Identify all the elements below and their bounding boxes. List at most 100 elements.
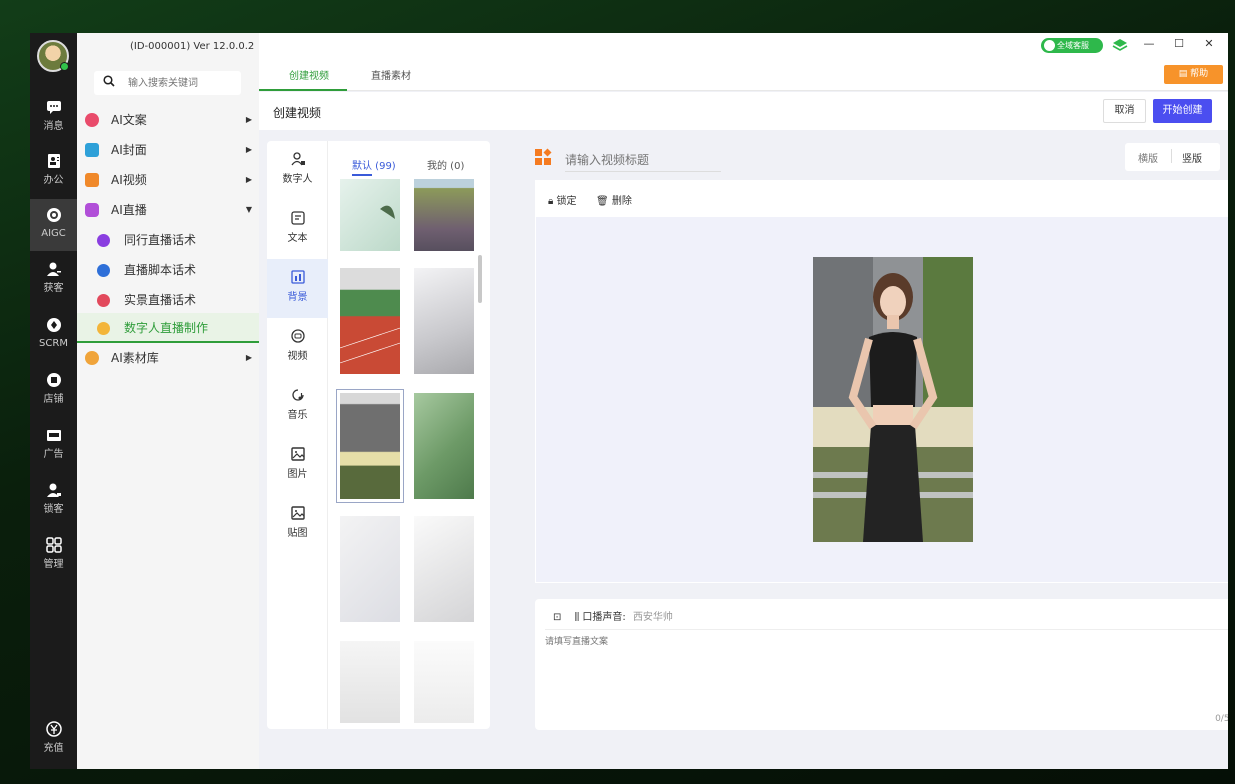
background-thumbnail[interactable]: [340, 641, 400, 723]
search-box[interactable]: [94, 71, 241, 95]
library-scrollbar[interactable]: [478, 255, 482, 303]
background-thumbnail[interactable]: [340, 179, 400, 251]
tool-video[interactable]: 视频: [267, 318, 328, 377]
background-thumbnail[interactable]: [414, 393, 474, 499]
sticker-tool-icon: [290, 506, 305, 520]
library-tab-default[interactable]: 默认 (99): [352, 157, 396, 172]
material-panel: 数字人 文本 背景 视频 音乐 图片 贴图 默认 (99) 我的 (0): [267, 141, 490, 729]
ai-video-icon: [85, 173, 99, 187]
menu-label: AI视频: [111, 173, 147, 187]
submenu-item-peer-live-script[interactable]: 同行直播话术: [77, 225, 259, 255]
tool-digital-human[interactable]: 数字人: [267, 141, 328, 200]
help-button[interactable]: ▤ 帮助: [1164, 65, 1223, 84]
leaf-shadow-image: [380, 205, 395, 219]
library-tab-indicator: [352, 174, 372, 176]
lock-button[interactable]: 🔒︎ 锁定: [548, 192, 577, 207]
main-area: 全域客服 — ☐ ✕ 创建视频 直播素材 ▤ 帮助 创建视频 取消 开始创建 数…: [259, 33, 1228, 769]
rail-item-aigc[interactable]: AIGC: [30, 199, 77, 251]
tool-text[interactable]: 文本: [267, 200, 328, 259]
side-menu: (ID-000001) Ver 12.0.0.2 AI文案 ▶ AI封面 ▶ A…: [77, 33, 259, 769]
background-thumbnail[interactable]: [340, 516, 400, 622]
character-count: 0/500: [1215, 714, 1228, 724]
background-thumbnail[interactable]: [414, 268, 474, 374]
landscape-option[interactable]: 横版: [1138, 150, 1158, 165]
background-thumbnail[interactable]: [414, 179, 474, 251]
rail-label: 充值: [43, 743, 64, 754]
background-thumbnail[interactable]: [340, 268, 400, 374]
live-script-icon: [97, 264, 110, 277]
tool-label: 音乐: [287, 410, 308, 421]
rail-item-scrm[interactable]: SCRM: [30, 309, 77, 361]
rail-label: SCRM: [39, 338, 68, 349]
apps-icon: [535, 148, 552, 165]
tool-background[interactable]: 背景: [267, 259, 328, 318]
submenu-item-real-live-script[interactable]: 实景直播话术: [77, 285, 259, 315]
scrm-icon: [46, 318, 61, 332]
portrait-option[interactable]: 竖版: [1182, 150, 1202, 165]
tool-music[interactable]: 音乐: [267, 377, 328, 436]
tool-image[interactable]: 图片: [267, 436, 328, 495]
background-thumbnail[interactable]: [414, 641, 474, 723]
menu-item-ai-material[interactable]: AI素材库 ▶: [77, 343, 259, 373]
cancel-button[interactable]: 取消: [1103, 99, 1146, 123]
rail-item-recharge[interactable]: 充值: [30, 713, 77, 765]
voice-row[interactable]: ⊡ ⫼ 口播声音: 西安华帅: [553, 608, 673, 623]
video-title-row: [531, 141, 1224, 179]
menu-label: AI直播: [111, 203, 147, 217]
maximize-button[interactable]: ☐: [1171, 37, 1187, 53]
menu-label: 同行直播话术: [124, 233, 197, 247]
rail-item-messages[interactable]: 消息: [30, 91, 77, 143]
tool-column: 数字人 文本 背景 视频 音乐 图片 贴图: [267, 141, 328, 729]
digital-human-tool-icon: [290, 152, 305, 166]
rail-item-lock-customer[interactable]: 锁客: [30, 474, 77, 526]
tool-label: 数字人: [282, 174, 313, 185]
running-track-image: [340, 327, 400, 364]
script-textarea[interactable]: [545, 634, 1228, 704]
menu-item-ai-video[interactable]: AI视频 ▶: [77, 165, 259, 195]
video-title-input[interactable]: [565, 148, 721, 172]
menu-label: AI封面: [111, 143, 147, 157]
tool-label: 背景: [287, 292, 308, 303]
real-live-icon: [97, 294, 110, 307]
menu-item-ai-cover[interactable]: AI封面 ▶: [77, 135, 259, 165]
page-title: 创建视频: [273, 106, 322, 120]
tool-sticker[interactable]: 贴图: [267, 495, 328, 554]
music-tool-icon: [291, 389, 304, 401]
menu-item-ai-live[interactable]: AI直播 ▼: [77, 195, 259, 225]
voice-name[interactable]: 西安华帅: [633, 612, 673, 623]
minimize-button[interactable]: —: [1141, 37, 1157, 53]
avatar[interactable]: [37, 40, 69, 72]
menu-item-ai-copy[interactable]: AI文案 ▶: [77, 105, 259, 135]
rail-item-store[interactable]: 店铺: [30, 364, 77, 416]
background-tool-icon: [290, 270, 305, 284]
delete-button[interactable]: 🗑︎ 删除: [596, 192, 632, 207]
rail-item-office[interactable]: 办公: [30, 145, 77, 197]
ai-material-icon: [85, 351, 99, 365]
start-create-button[interactable]: 开始创建: [1153, 99, 1212, 123]
tab-live-material[interactable]: 直播素材: [371, 67, 411, 82]
close-button[interactable]: ✕: [1201, 37, 1217, 53]
submenu-item-digital-human-live[interactable]: 数字人直播制作: [77, 313, 259, 343]
rail-item-ads[interactable]: 广告: [30, 419, 77, 471]
library-tab-mine[interactable]: 我的 (0): [427, 157, 464, 172]
presenter-image: [813, 257, 973, 542]
background-thumbnail[interactable]: [414, 516, 474, 622]
background-thumbnail-selected[interactable]: [336, 389, 404, 503]
help-label: 帮助: [1190, 69, 1209, 79]
service-label: 全域客服: [1057, 41, 1089, 50]
digital-human-preview[interactable]: [813, 257, 973, 542]
rail-item-manage[interactable]: 管理: [30, 529, 77, 581]
customer-service-badge[interactable]: 全域客服: [1041, 38, 1103, 53]
search-input[interactable]: [128, 75, 233, 91]
lock-label: 锁定: [556, 196, 577, 207]
tab-create-video[interactable]: 创建视频: [289, 67, 329, 82]
submenu-item-live-script[interactable]: 直播脚本话术: [77, 255, 259, 285]
trash-icon: 🗑︎: [596, 196, 609, 207]
layers-icon[interactable]: [1112, 38, 1128, 53]
search-icon: [103, 75, 115, 87]
rail-item-acquire[interactable]: 获客: [30, 253, 77, 305]
waveform-icon: ⫼: [574, 612, 580, 623]
rail-label: AIGC: [41, 228, 66, 239]
menu-label: AI素材库: [111, 351, 159, 365]
menu-label: 数字人直播制作: [124, 321, 209, 335]
